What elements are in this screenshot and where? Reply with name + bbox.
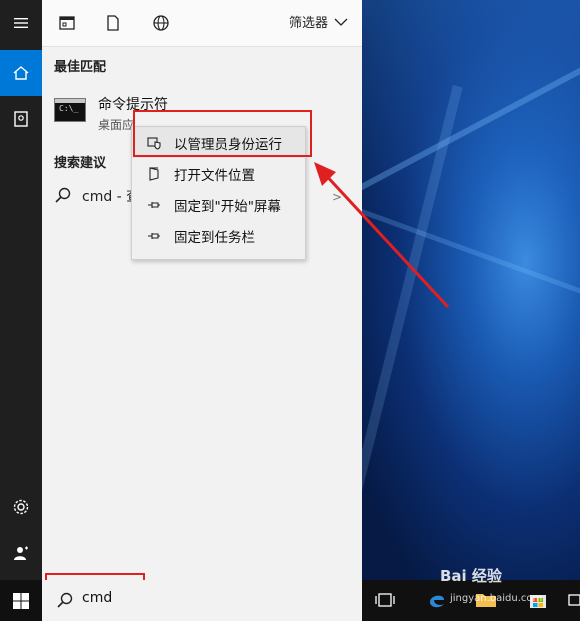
command-prompt-icon: C:\_: [54, 98, 86, 122]
home-button[interactable]: [0, 50, 42, 96]
documents-filter-button[interactable]: [102, 12, 124, 34]
highlight-box-run-as-admin: [133, 110, 312, 157]
start-button[interactable]: [0, 580, 42, 621]
search-icon: [57, 592, 73, 608]
results-toolbar: 筛选器: [42, 0, 362, 47]
mail-button[interactable]: [568, 588, 580, 612]
hamburger-icon: [14, 18, 28, 28]
menu-item-label: 固定到"开始"屏幕: [174, 198, 281, 215]
folder-open-icon: [144, 166, 164, 182]
taskbar-search-box[interactable]: cmd: [42, 580, 362, 621]
gear-icon: [13, 499, 29, 515]
settings-button[interactable]: [0, 484, 42, 530]
task-view-button[interactable]: [373, 588, 397, 612]
home-icon: [13, 66, 29, 80]
filter-dropdown[interactable]: 筛选器: [289, 12, 348, 31]
baidu-watermark: Bai 经验: [440, 567, 502, 585]
edge-icon: [430, 595, 444, 608]
filter-label: 筛选器: [288, 16, 328, 31]
user-button[interactable]: [0, 530, 42, 576]
apps-filter-button[interactable]: [56, 12, 78, 34]
hamburger-menu-button[interactable]: [0, 0, 42, 46]
document-icon: [14, 111, 28, 127]
edge-browser-button[interactable]: [425, 588, 449, 612]
pin-icon: [144, 228, 164, 244]
app-subtitle: 桌面应: [98, 118, 135, 132]
baidu-watermark-url: jingyan.baidu.com: [450, 593, 543, 604]
person-icon: [14, 546, 28, 560]
search-input[interactable]: cmd: [82, 590, 112, 606]
pin-to-taskbar-menu-item[interactable]: 固定到任务栏: [132, 220, 305, 251]
windows-logo-icon: [13, 592, 29, 609]
menu-item-label: 固定到任务栏: [174, 229, 255, 246]
mail-icon: [568, 594, 580, 606]
chevron-down-icon: [334, 18, 348, 26]
menu-item-label: 打开文件位置: [174, 167, 255, 184]
file-icon: [107, 15, 119, 31]
open-file-location-menu-item[interactable]: 打开文件位置: [132, 158, 305, 189]
web-filter-button[interactable]: [150, 12, 172, 34]
apps-icon: [59, 16, 75, 30]
start-left-rail: [0, 0, 42, 580]
globe-icon: [153, 15, 169, 31]
pin-to-start-menu-item[interactable]: 固定到"开始"屏幕: [132, 189, 305, 220]
search-icon: [55, 187, 71, 203]
best-match-heading: 最佳匹配: [54, 60, 107, 75]
pin-icon: [144, 197, 164, 213]
documents-button[interactable]: [0, 96, 42, 142]
task-view-icon: [375, 593, 395, 607]
annotation-arrow: [314, 162, 450, 309]
search-suggestions-heading: 搜索建议: [54, 156, 107, 171]
